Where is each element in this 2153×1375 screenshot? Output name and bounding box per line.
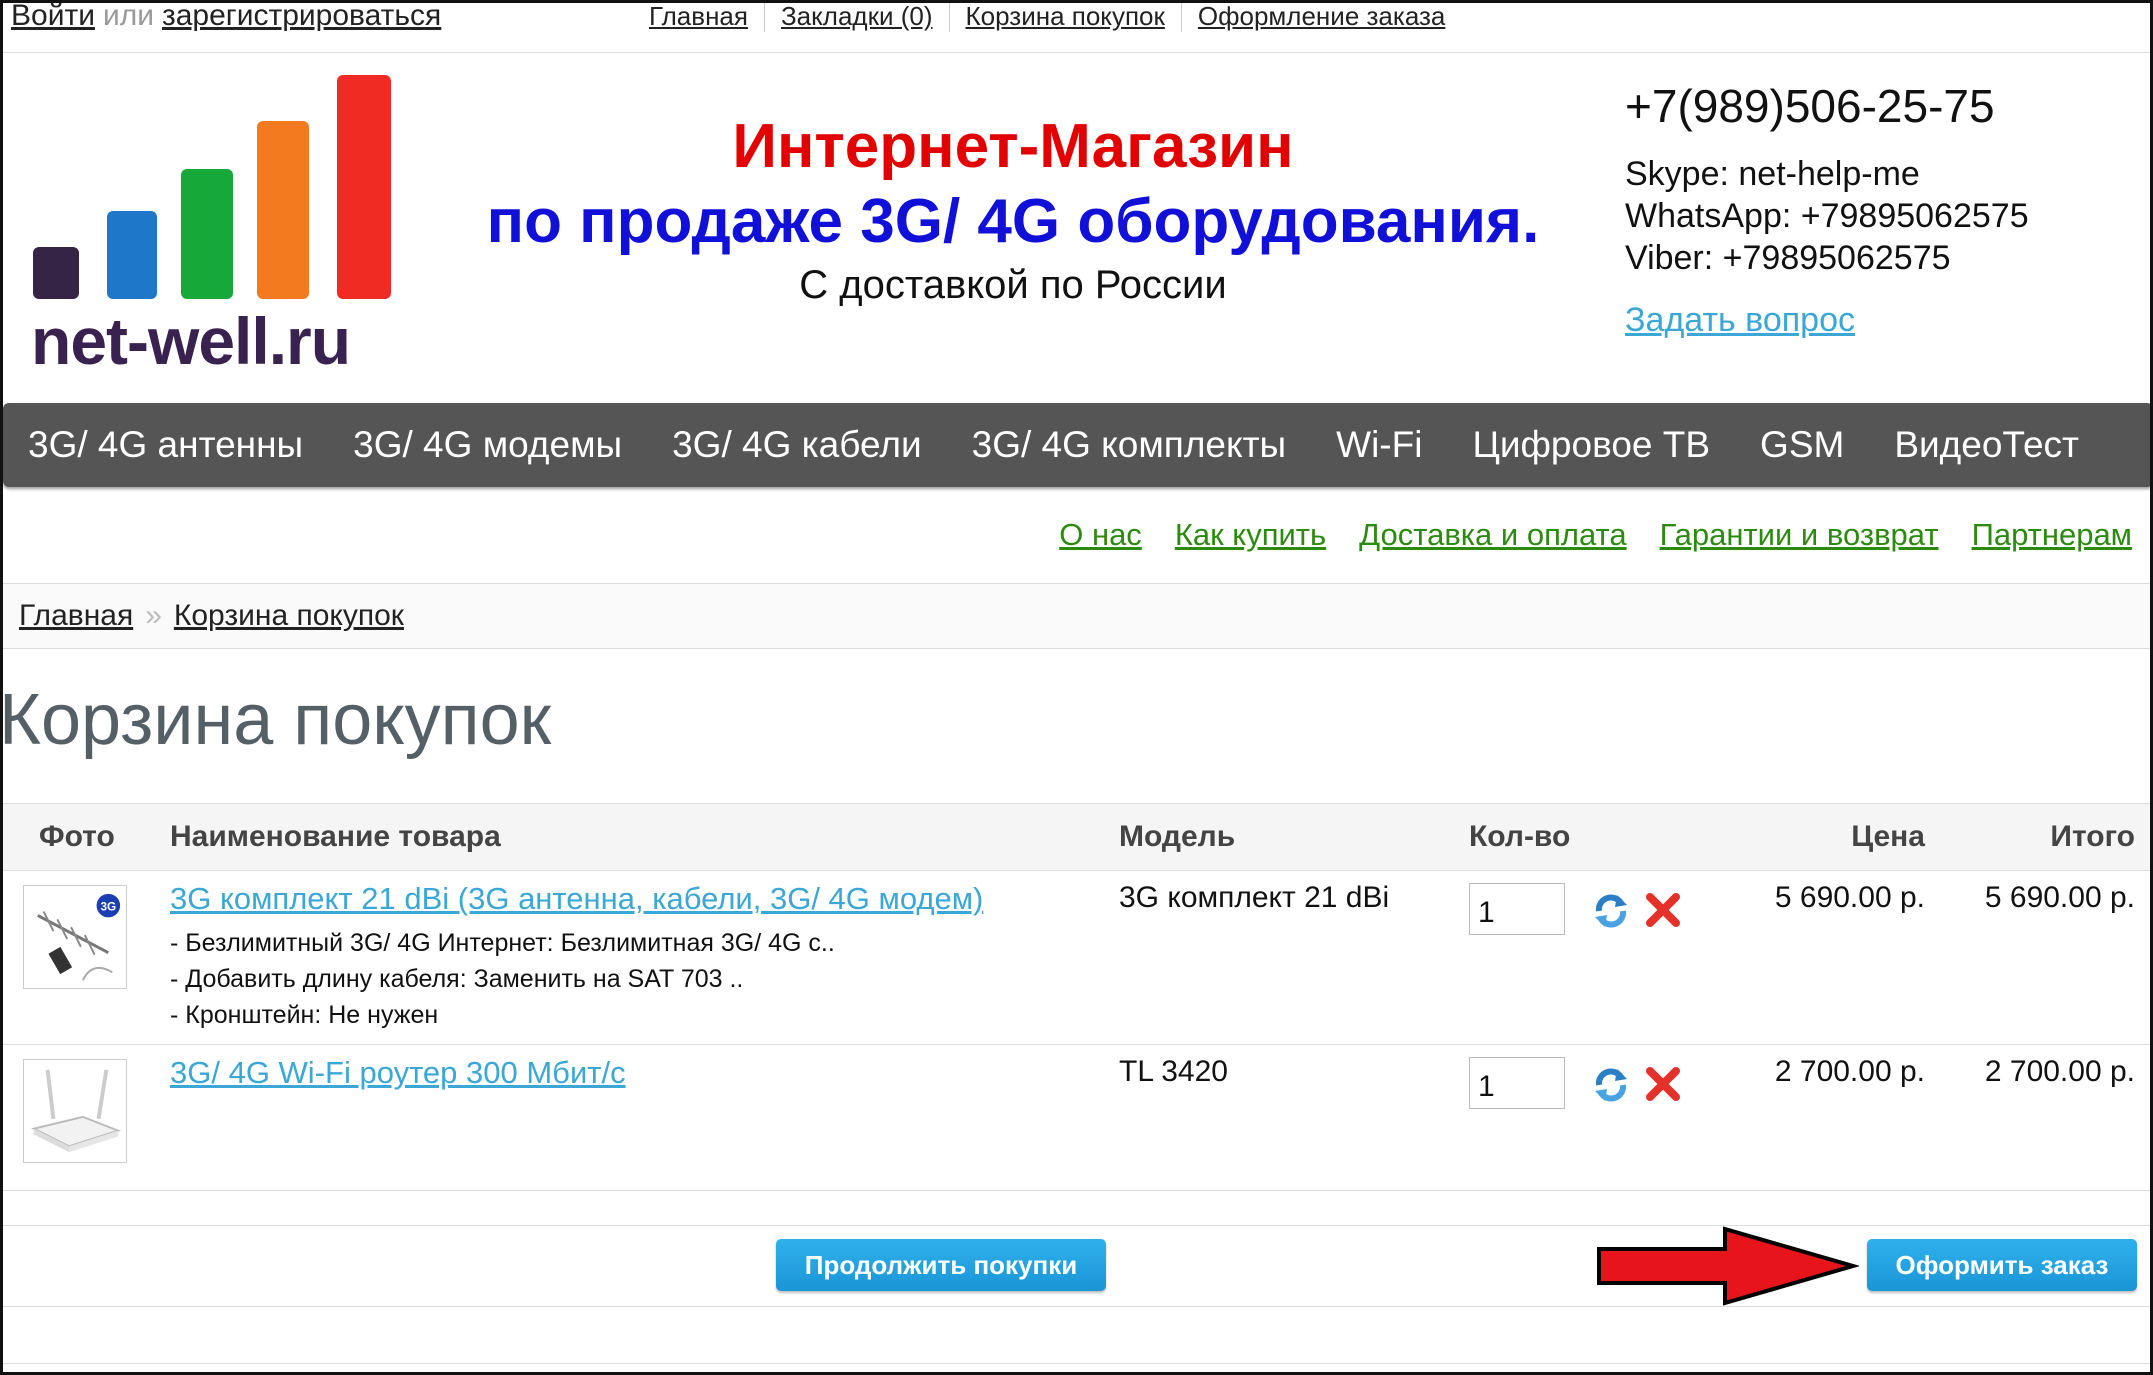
- product-option: - Безлимитный 3G/ 4G Интернет: Безлимитн…: [170, 929, 835, 957]
- product-model: 3G комплект 21 dBi: [1119, 881, 1390, 914]
- table-row: 3G/ 4G Wi-Fi роутер 300 Мбит/с TL 3420 2…: [3, 1045, 2150, 1191]
- quantity-input[interactable]: [1469, 883, 1565, 935]
- cart-table: Фото Наименование товара Модель Кол-во Ц…: [3, 803, 2150, 1191]
- menu-item-cables[interactable]: 3G/ 4G кабели: [647, 424, 947, 466]
- info-link-about[interactable]: О нас: [1059, 517, 1142, 553]
- or-text: или: [102, 0, 154, 32]
- breadcrumb-separator: »: [145, 599, 162, 632]
- page: Войти или зарегистрироваться Главная Закла…: [0, 0, 2153, 1375]
- info-link-partners[interactable]: Партнерам: [1972, 517, 2132, 553]
- product-option: - Добавить длину кабеля: Заменить на SAT…: [170, 965, 744, 993]
- slogan-line-1: Интернет-Магазин: [732, 112, 1294, 181]
- slogan-line-3: С доставкой по России: [799, 263, 1227, 307]
- top-link-home[interactable]: Главная: [649, 3, 764, 32]
- product-total: 2 700.00 р.: [1984, 1055, 2135, 1088]
- login-link[interactable]: Войти: [11, 3, 95, 32]
- product-option: - Кронштейн: Не нужен: [170, 1001, 439, 1029]
- register-link[interactable]: зарегистрироваться: [162, 3, 441, 32]
- whatsapp-contact: WhatsApp: +79895062575: [1625, 197, 2029, 235]
- column-price: Цена: [1851, 820, 1925, 853]
- menu-item-wifi[interactable]: Wi-Fi: [1311, 424, 1447, 466]
- menu-item-digital-tv[interactable]: Цифровое ТВ: [1447, 424, 1735, 466]
- product-link-router[interactable]: 3G/ 4G Wi-Fi роутер 300 Мбит/с: [170, 1055, 626, 1091]
- continue-shopping-button[interactable]: Продолжить покупки: [776, 1239, 1106, 1291]
- logo-bar-2: [107, 211, 157, 299]
- menu-item-modems[interactable]: 3G/ 4G модемы: [328, 424, 647, 466]
- refresh-icon[interactable]: [1591, 891, 1631, 931]
- menu-item-antennas[interactable]: 3G/ 4G антенны: [3, 424, 328, 466]
- top-link-bookmarks[interactable]: Закладки (0): [763, 3, 949, 32]
- info-link-warranty[interactable]: Гарантии и возврат: [1660, 517, 1939, 553]
- top-link-checkout[interactable]: Оформление заказа: [1180, 3, 1461, 32]
- product-options: - Безлимитный 3G/ 4G Интернет: Безлимитн…: [170, 925, 835, 1033]
- product-price: 5 690.00 р.: [1774, 881, 1925, 914]
- breadcrumb-cart[interactable]: Корзина покупок: [174, 599, 404, 633]
- info-links: О нас Как купить Доставка и оплата Гаран…: [1026, 517, 2132, 553]
- product-link-kit[interactable]: 3G комплект 21 dBi (3G антенна, кабели, …: [170, 881, 983, 917]
- product-model: TL 3420: [1119, 1055, 1228, 1088]
- viber-contact: Viber: +79895062575: [1625, 239, 1951, 277]
- column-name: Наименование товара: [170, 820, 501, 853]
- top-links: Главная Закладки (0) Корзина покупок Офо…: [649, 3, 1461, 32]
- top-link-cart[interactable]: Корзина покупок: [948, 3, 1181, 32]
- info-link-how-to-buy[interactable]: Как купить: [1175, 517, 1326, 553]
- column-qty: Кол-во: [1469, 820, 1571, 853]
- menu-item-kits[interactable]: 3G/ 4G комплекты: [947, 424, 1312, 466]
- column-photo: Фото: [39, 820, 115, 853]
- column-total: Итого: [2050, 820, 2135, 853]
- product-thumbnail-router[interactable]: [23, 1059, 127, 1163]
- logo-bar-3: [181, 169, 233, 299]
- cart-table-header: Фото Наименование товара Модель Кол-во Ц…: [3, 803, 2150, 871]
- quantity-input[interactable]: [1469, 1057, 1565, 1109]
- category-menu: 3G/ 4G антенны 3G/ 4G модемы 3G/ 4G кабе…: [3, 403, 2150, 487]
- top-bar: Войти или зарегистрироваться Главная Закла…: [3, 3, 2150, 53]
- divider: [3, 1363, 2150, 1364]
- auth-links: Войти или зарегистрироваться: [11, 0, 441, 33]
- slogan: Интернет-Магазин по продаже 3G/ 4G обору…: [443, 111, 1583, 309]
- breadcrumb-home[interactable]: Главная: [19, 599, 133, 633]
- menu-item-gsm[interactable]: GSM: [1735, 424, 1869, 466]
- delete-icon[interactable]: [1644, 891, 1682, 929]
- slogan-line-2: по продаже 3G/ 4G оборудования.: [486, 187, 1540, 256]
- ask-question-link[interactable]: Задать вопрос: [1625, 301, 2029, 340]
- logo-bar-1: [33, 247, 79, 299]
- contacts: +7(989)506-25-75 Skype: net-help-me What…: [1625, 79, 2029, 340]
- page-title: Корзина покупок: [0, 680, 552, 760]
- arrow-right-icon: [1597, 1226, 1859, 1306]
- svg-text:3G: 3G: [101, 901, 117, 914]
- logo-bar-5: [337, 75, 391, 299]
- product-price: 2 700.00 р.: [1774, 1055, 1925, 1088]
- info-link-delivery[interactable]: Доставка и оплата: [1359, 517, 1626, 553]
- logo-bar-4: [257, 121, 309, 299]
- phone-number: +7(989)506-25-75: [1625, 80, 1995, 132]
- skype-contact: Skype: net-help-me: [1625, 155, 1920, 193]
- product-thumbnail-kit[interactable]: 3G: [23, 885, 127, 989]
- product-total: 5 690.00 р.: [1984, 881, 2135, 914]
- delete-icon[interactable]: [1644, 1065, 1682, 1103]
- table-row: 3G 3G комплект 21 dBi (3G антенна, кабел…: [3, 871, 2150, 1045]
- checkout-button[interactable]: Оформить заказ: [1867, 1239, 2137, 1291]
- breadcrumb: Главная » Корзина покупок: [3, 583, 2150, 649]
- menu-item-videotest[interactable]: ВидеоТест: [1869, 424, 2104, 466]
- column-model: Модель: [1119, 820, 1236, 853]
- brand-name[interactable]: net-well.ru: [31, 303, 351, 379]
- refresh-icon[interactable]: [1591, 1065, 1631, 1105]
